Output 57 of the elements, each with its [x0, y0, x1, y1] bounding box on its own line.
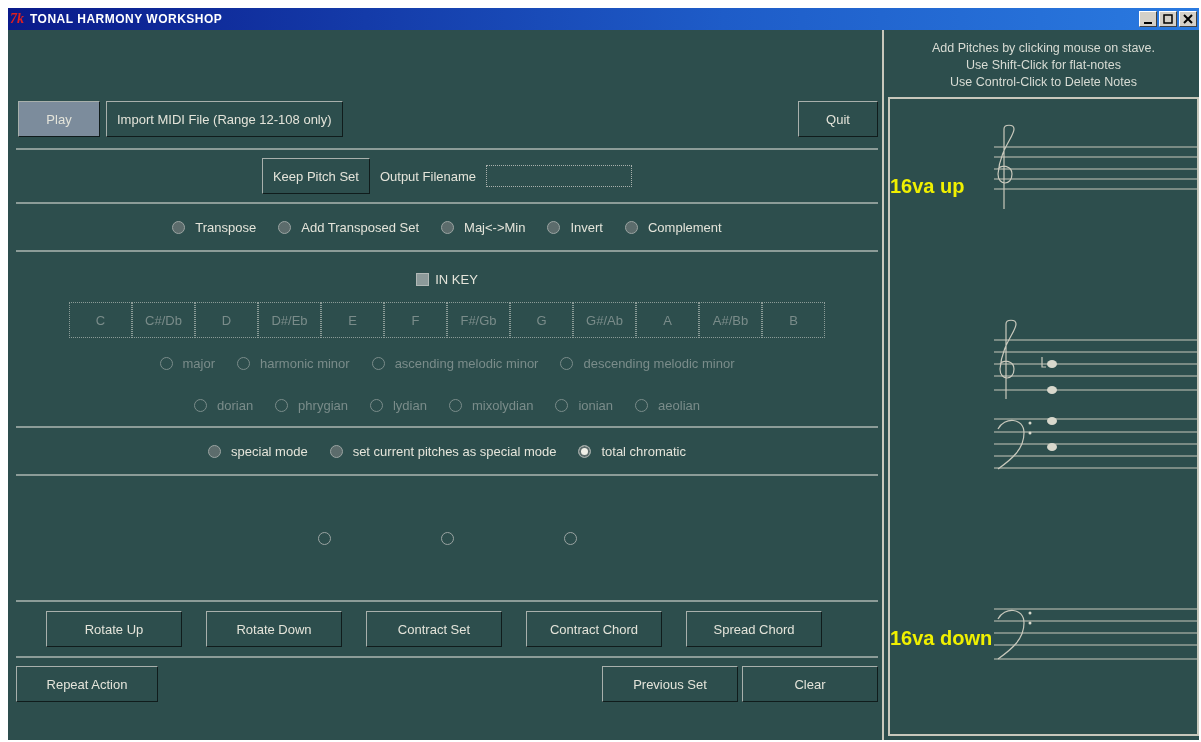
quit-button[interactable]: Quit: [798, 101, 878, 137]
transform-button[interactable]: Rotate Up: [46, 611, 182, 647]
radio-label: Complement: [648, 219, 722, 235]
instruction-text: Use Shift-Click for flat-notes: [966, 57, 1121, 74]
app-logo: 7k: [10, 11, 24, 27]
transform-button[interactable]: Contract Chord: [526, 611, 662, 647]
octave-label: 16va down: [890, 627, 993, 650]
stave-panel[interactable]: 16va up 16va down: [888, 97, 1199, 736]
window-title: TONAL HARMONY WORKSHOP: [30, 12, 223, 26]
keep-pitch-set-button[interactable]: Keep Pitch Set: [261, 158, 370, 194]
radio-label: special mode: [231, 443, 308, 459]
maximize-icon: [1163, 14, 1173, 24]
minimize-icon: [1144, 21, 1152, 24]
radio-label: ascending melodic minor: [394, 355, 539, 371]
radio-button[interactable]: [278, 220, 292, 234]
radio-button[interactable]: [172, 220, 186, 234]
output-filename-label: Output Filename: [379, 168, 477, 184]
radio-label: aeolian: [658, 397, 700, 413]
radio-label: total chromatic: [601, 443, 686, 459]
radio-button[interactable]: [441, 220, 455, 234]
radio-label: Transpose: [195, 219, 257, 235]
toolbar-button[interactable]: Import MIDI File (Range 12-108 only): [106, 101, 343, 137]
transform-button[interactable]: Spread Chord: [686, 611, 822, 647]
action-button[interactable]: Clear: [742, 666, 878, 702]
output-filename-field[interactable]: [486, 165, 633, 187]
close-icon: [1183, 14, 1193, 24]
staff-drawing[interactable]: [993, 124, 1197, 660]
radio-label: descending melodic minor: [583, 355, 735, 371]
radio-label: lydian: [393, 397, 427, 413]
close-button[interactable]: [1179, 11, 1197, 27]
transform-button[interactable]: Contract Set: [366, 611, 502, 647]
instruction-text: Use Control-Click to Delete Notes: [950, 74, 1137, 91]
action-button[interactable]: Previous Set: [602, 666, 738, 702]
radio-label: phrygian: [298, 397, 348, 413]
radio-button[interactable]: [329, 444, 343, 458]
transform-button[interactable]: Rotate Down: [206, 611, 342, 647]
radio-label: Invert: [570, 219, 603, 235]
instruction-text: Add Pitches by clicking mouse on stave.: [932, 40, 1155, 57]
octave-label: 16va up: [890, 175, 965, 198]
checkbox[interactable]: [416, 272, 430, 286]
radio-button[interactable]: [208, 444, 222, 458]
toolbar-button[interactable]: Play: [18, 101, 100, 137]
radio-button[interactable]: [547, 220, 561, 234]
radio-label: dorian: [216, 397, 254, 413]
checkbox-label: IN KEY: [435, 271, 478, 287]
minimize-button[interactable]: [1139, 11, 1157, 27]
radio-button[interactable]: [625, 220, 638, 234]
radio-button[interactable]: [578, 444, 592, 458]
radio-label: harmonic minor: [260, 355, 350, 371]
radio-label: set current pitches as special mode: [352, 443, 557, 459]
repeat-action-button[interactable]: Repeat Action: [16, 666, 158, 702]
radio-label: Add Transposed Set: [301, 219, 420, 235]
radio-label: mixolydian: [471, 397, 534, 413]
maximize-button[interactable]: [1159, 11, 1177, 27]
radio-label: ionian: [578, 397, 614, 413]
radio-label: Maj<->Min: [464, 219, 526, 235]
radio-label: major: [182, 355, 216, 371]
